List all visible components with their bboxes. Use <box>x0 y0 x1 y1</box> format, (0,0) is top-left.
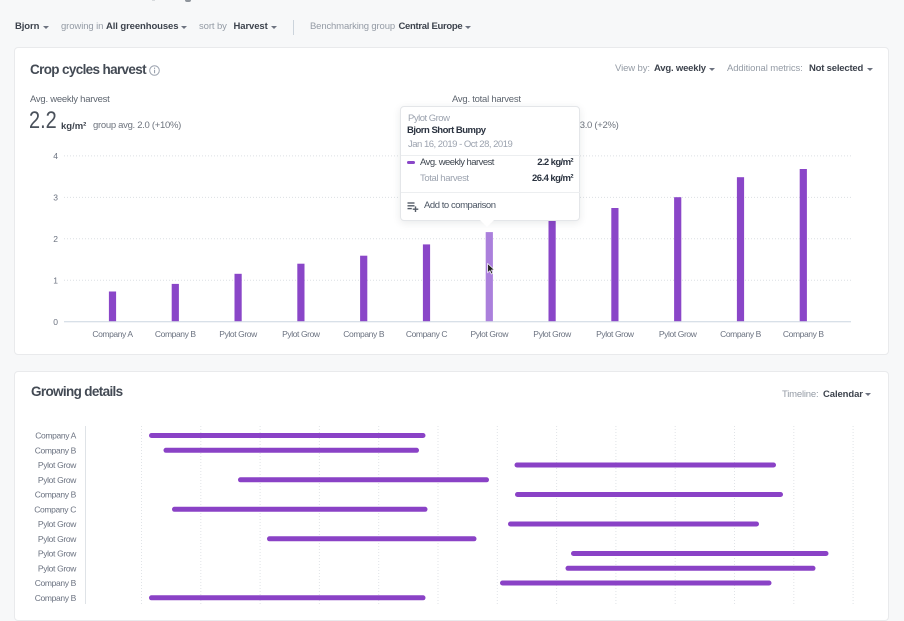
svg-text:Company C: Company C <box>34 504 76 514</box>
svg-text:Pylot Grow: Pylot Grow <box>471 329 510 339</box>
svg-text:Pylot Grow: Pylot Grow <box>282 329 321 339</box>
svg-text:Company B: Company B <box>35 593 77 603</box>
svg-text:1: 1 <box>53 276 58 286</box>
svg-text:Company B: Company B <box>343 329 385 339</box>
svg-text:Pylot Grow: Pylot Grow <box>38 475 77 485</box>
svg-text:Pylot Grow: Pylot Grow <box>533 329 572 339</box>
svg-text:Pylot Grow: Pylot Grow <box>38 563 77 573</box>
svg-text:Pylot Grow: Pylot Grow <box>38 534 77 544</box>
svg-text:Pylot Grow: Pylot Grow <box>596 329 635 339</box>
svg-text:0: 0 <box>53 317 58 327</box>
svg-text:4: 4 <box>53 151 58 161</box>
svg-text:Company B: Company B <box>35 490 77 500</box>
svg-text:Pylot Grow: Pylot Grow <box>38 519 77 529</box>
svg-text:Company C: Company C <box>406 329 448 339</box>
svg-text:2: 2 <box>53 234 58 244</box>
svg-text:Pylot Grow: Pylot Grow <box>38 460 77 470</box>
svg-text:Company B: Company B <box>35 445 77 455</box>
svg-text:Company B: Company B <box>720 329 762 339</box>
svg-text:Company A: Company A <box>35 431 76 441</box>
svg-text:Company B: Company B <box>783 329 825 339</box>
svg-text:Pylot Grow: Pylot Grow <box>219 329 258 339</box>
svg-text:Company B: Company B <box>35 578 77 588</box>
svg-text:Pylot Grow: Pylot Grow <box>659 329 698 339</box>
svg-text:Pylot Grow: Pylot Grow <box>38 549 77 559</box>
svg-text:Company B: Company B <box>155 329 197 339</box>
svg-text:Company A: Company A <box>92 329 133 339</box>
svg-text:3: 3 <box>53 193 58 203</box>
